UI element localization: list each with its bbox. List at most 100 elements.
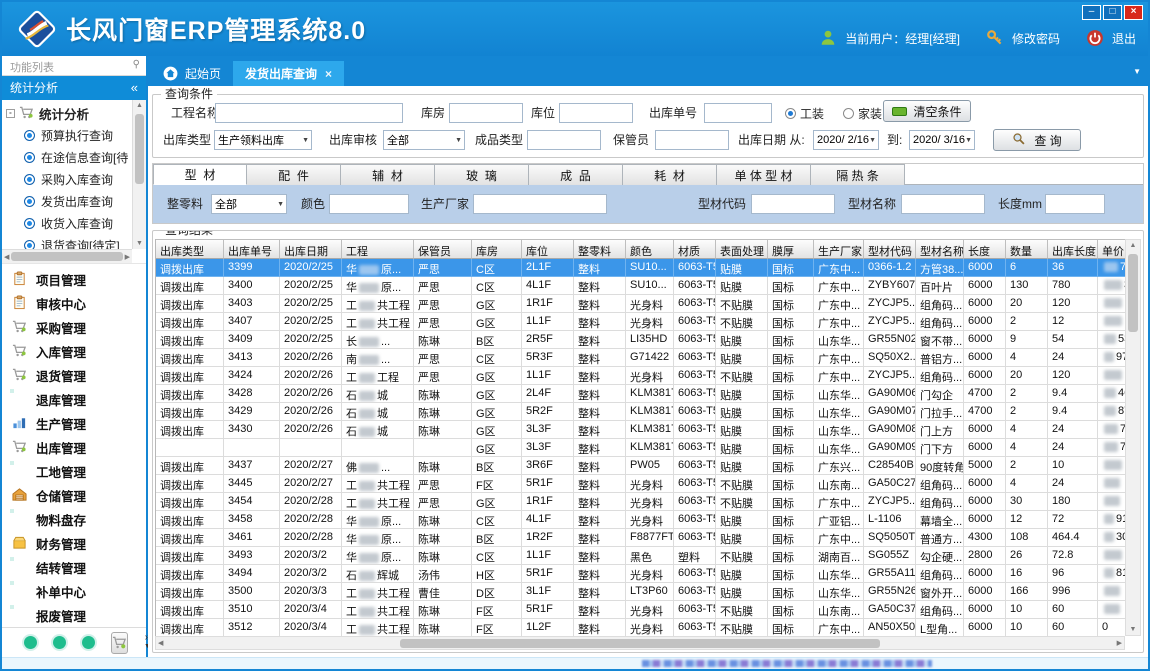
sidebar-menu-item[interactable]: 工地管理 xyxy=(2,459,146,483)
maximize-button[interactable]: □ xyxy=(1103,5,1122,20)
table-header-cell[interactable]: 保管员 xyxy=(414,239,472,259)
table-header-cell[interactable]: 材质 xyxy=(674,239,716,259)
table-row[interactable]: 调拨出库34092020/2/25长...陈琳B区2R5F整料LI35HD606… xyxy=(156,331,1125,349)
table-row[interactable]: 调拨出库34612020/2/28华原...陈琳B区1R2F整料F8877FT6… xyxy=(156,529,1125,547)
tree-item[interactable]: 收货入库查询 xyxy=(2,212,132,234)
scroll-down-icon[interactable]: ▼ xyxy=(133,240,146,247)
sidebar-menu-item[interactable]: 入库管理 xyxy=(2,339,146,363)
sidebar-menu-item[interactable]: 项目管理 xyxy=(2,267,146,291)
sidebar-menu-item[interactable]: 采购管理 xyxy=(2,315,146,339)
close-button[interactable]: × xyxy=(1124,5,1143,20)
tree-item[interactable]: 在途信息查询[待 xyxy=(2,146,132,168)
table-row[interactable]: 调拨出库34582020/2/28华原...陈琳C区4L1F整料光身料6063-… xyxy=(156,511,1125,529)
table-row[interactable]: 调拨出库34932020/3/2华原...陈琳C区1L1F整料黑色塑料不贴膜国标… xyxy=(156,547,1125,565)
length-input[interactable] xyxy=(1045,194,1105,214)
tree-item[interactable]: 预算执行查询 xyxy=(2,124,132,146)
sidebar-menu-item[interactable]: 退库管理 xyxy=(2,387,146,411)
tree-item[interactable]: 退货查询[待定] xyxy=(2,234,132,249)
table-row[interactable]: 调拨出库35102020/3/4工共工程陈琳F区5R1F整料光身料6063-T5… xyxy=(156,601,1125,619)
tree-horizontal-scrollbar[interactable]: ◀ ▶ xyxy=(2,249,132,263)
tree-item[interactable]: 发货出库查询 xyxy=(2,190,132,212)
table-row[interactable]: G区3L3F整料KLM38176063-T5贴膜国标山东华...GA90M09.… xyxy=(156,439,1125,457)
table-header-cell[interactable]: 膜厚 xyxy=(768,239,814,259)
table-header-cell[interactable]: 型材名称 xyxy=(916,239,964,259)
dot-icon[interactable] xyxy=(53,636,66,649)
sidebar-menu-item[interactable]: 出库管理 xyxy=(2,435,146,459)
table-row[interactable]: 调拨出库34292020/2/26石城陈琳G区5R2F整料KLM38176063… xyxy=(156,403,1125,421)
material-tab[interactable]: 玻 璃 xyxy=(435,164,529,185)
table-horizontal-scrollbar[interactable]: ◀ ▶ xyxy=(155,636,1125,650)
table-header-cell[interactable]: 出库长度 xyxy=(1048,239,1098,259)
table-header-cell[interactable]: 整零料 xyxy=(574,239,626,259)
scroll-down-icon[interactable]: ▼ xyxy=(1126,626,1140,633)
table-vertical-scrollbar[interactable]: ▲ ▼ xyxy=(1125,239,1141,636)
table-header-cell[interactable]: 长度 xyxy=(964,239,1006,259)
table-row[interactable]: 调拨出库34242020/2/26工工程严思G区1L1F整料光身料6063-T5… xyxy=(156,367,1125,385)
sidebar-menu-item[interactable]: 补单中心 xyxy=(2,579,146,603)
location-input[interactable] xyxy=(559,103,633,123)
scroll-right-icon[interactable]: ▶ xyxy=(125,253,130,261)
tab-home[interactable]: 起始页 xyxy=(151,61,233,86)
table-row[interactable]: 调拨出库34132020/2/26南...严思C区5R3F整料G71422606… xyxy=(156,349,1125,367)
table-header-cell[interactable]: 工程 xyxy=(342,239,414,259)
out-type-select[interactable]: 生产领料出库▼ xyxy=(214,130,312,150)
tree-root-node[interactable]: - 统计分析 xyxy=(2,102,132,124)
table-row[interactable]: 调拨出库34032020/2/25工共工程严思G区1R1F整料光身料6063-T… xyxy=(156,295,1125,313)
change-password-link[interactable]: 修改密码 xyxy=(1012,30,1060,47)
radio-gongzhuang[interactable]: 工装 xyxy=(785,103,824,123)
manufacturer-input[interactable] xyxy=(473,194,607,214)
profile-name-input[interactable] xyxy=(901,194,985,214)
table-header-cell[interactable]: 出库类型 xyxy=(156,239,224,259)
table-header-cell[interactable]: 型材代码 xyxy=(864,239,916,259)
audit-select[interactable]: 全部▼ xyxy=(383,130,465,150)
table-row[interactable]: 调拨出库34282020/2/26石城陈琳G区2L4F整料KLM38176063… xyxy=(156,385,1125,403)
material-tab[interactable]: 型 材 xyxy=(153,164,247,185)
logout-link[interactable]: 退出 xyxy=(1112,30,1136,47)
dot-icon[interactable] xyxy=(82,636,95,649)
table-header-cell[interactable]: 生产厂家 xyxy=(814,239,864,259)
material-tab[interactable]: 耗 材 xyxy=(623,164,717,185)
sidebar-section-header[interactable]: 统计分析 « xyxy=(2,76,146,100)
sidebar-menu-item[interactable]: 仓储管理 xyxy=(2,483,146,507)
tree-vertical-scrollbar[interactable]: ▲ ▼ xyxy=(132,100,146,249)
table-header-cell[interactable]: 库房 xyxy=(472,239,522,259)
material-tab[interactable]: 配 件 xyxy=(247,164,341,185)
sidebar-menu-item[interactable]: 报废管理 xyxy=(2,603,146,627)
table-row[interactable]: 调拨出库34542020/2/28工共工程严思G区1R1F整料光身料6063-T… xyxy=(156,493,1125,511)
product-type-input[interactable] xyxy=(527,130,601,150)
sidebar-menu-item[interactable]: 结转管理 xyxy=(2,555,146,579)
radio-jiazhuang[interactable]: 家装 xyxy=(843,103,882,123)
table-header-cell[interactable]: 单价 xyxy=(1098,239,1125,259)
collapse-icon[interactable]: « xyxy=(131,76,138,100)
table-row[interactable]: 调拨出库34452020/2/27工共工程严思F区5R1F整料光身料6063-T… xyxy=(156,475,1125,493)
material-tab[interactable]: 辅 材 xyxy=(341,164,435,185)
project-name-input[interactable] xyxy=(215,103,403,123)
table-header-cell[interactable]: 颜色 xyxy=(626,239,674,259)
table-header-cell[interactable]: 出库日期 xyxy=(280,239,342,259)
material-tab[interactable]: 单 体 型 材 xyxy=(717,164,811,185)
date-from-select[interactable]: 2020/ 2/16▼ xyxy=(813,130,879,150)
table-row[interactable]: 调拨出库33992020/2/25华原...严思C区2L1F整料SU10...6… xyxy=(156,259,1125,277)
scroll-up-icon[interactable]: ▲ xyxy=(1126,240,1140,249)
keeper-input[interactable] xyxy=(655,130,729,150)
sidebar-menu-item[interactable]: 审核中心 xyxy=(2,291,146,315)
table-header-cell[interactable]: 表面处理 xyxy=(716,239,768,259)
sidebar-menu-item[interactable]: 生产管理 xyxy=(2,411,146,435)
minimize-button[interactable]: – xyxy=(1082,5,1101,20)
table-header-cell[interactable]: 出库单号 xyxy=(224,239,280,259)
sidebar-menu-item[interactable]: 财务管理 xyxy=(2,531,146,555)
tree-item[interactable]: 采购入库查询 xyxy=(2,168,132,190)
order-no-input[interactable] xyxy=(704,103,772,123)
table-row[interactable]: 调拨出库34372020/2/27佛...陈琳B区3R6F整料PW056063-… xyxy=(156,457,1125,475)
tab-shipping-query[interactable]: 发货出库查询 × xyxy=(233,61,344,86)
sidebar-menu-item[interactable]: 物料盘存 xyxy=(2,507,146,531)
profile-code-input[interactable] xyxy=(751,194,835,214)
tab-close-icon[interactable]: × xyxy=(325,67,332,81)
table-header-cell[interactable]: 库位 xyxy=(522,239,574,259)
warehouse-input[interactable] xyxy=(449,103,523,123)
scroll-left-icon[interactable]: ◀ xyxy=(158,639,163,647)
color-input[interactable] xyxy=(329,194,409,214)
scroll-right-icon[interactable]: ▶ xyxy=(1117,639,1122,647)
table-row[interactable]: 调拨出库34302020/2/26石城陈琳G区3L3F整料KLM38176063… xyxy=(156,421,1125,439)
table-row[interactable]: 调拨出库34002020/2/25华原...严思C区4L1F整料SU10...6… xyxy=(156,277,1125,295)
